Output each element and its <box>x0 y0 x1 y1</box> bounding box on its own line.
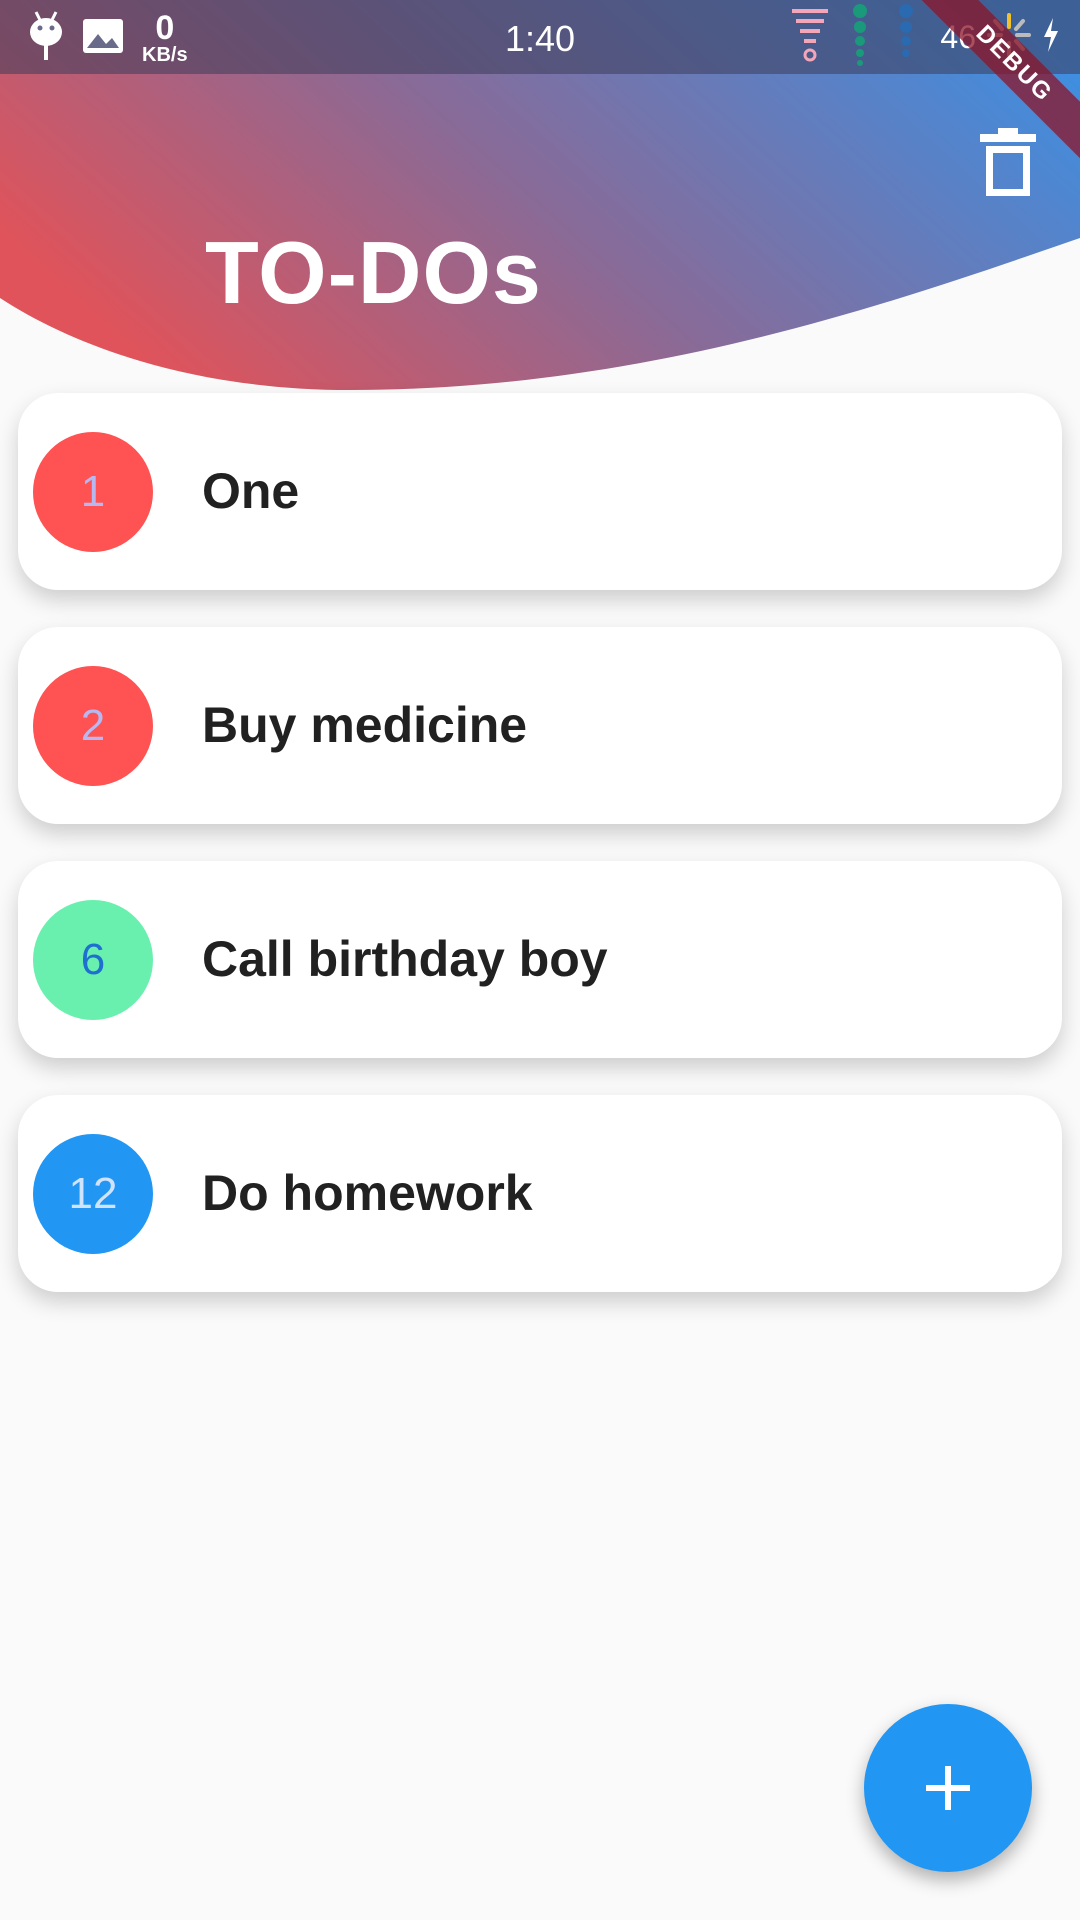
todo-screen: 0 KB/s 1:40 DEBUG TO-DOs 1 One 2 Buy med… <box>0 0 1080 1920</box>
todo-label: Do homework <box>202 1165 533 1221</box>
page-title: TO-DOs <box>205 223 542 322</box>
todo-number-badge: 6 <box>33 900 153 1020</box>
data-signal-icon <box>888 3 924 72</box>
todo-label: Call birthday boy <box>202 931 608 987</box>
charging-icon <box>1042 17 1060 57</box>
todo-number: 6 <box>80 935 106 984</box>
todo-list: 1 One 2 Buy medicine 6 Call birthday boy… <box>18 393 1062 1329</box>
todo-number-badge: 1 <box>33 432 153 552</box>
trash-icon <box>980 128 1036 196</box>
signal-icon <box>788 5 832 70</box>
todo-number-badge: 12 <box>33 1134 153 1254</box>
clear-todos-button[interactable] <box>968 118 1048 208</box>
todo-item[interactable]: 12 Do homework <box>18 1095 1062 1292</box>
todo-number: 1 <box>80 467 106 516</box>
plus-icon <box>926 1766 970 1810</box>
todo-label: Buy medicine <box>202 697 528 753</box>
wifi-icon <box>842 3 878 72</box>
todo-number: 12 <box>68 1169 118 1218</box>
todo-item[interactable]: 6 Call birthday boy <box>18 861 1062 1058</box>
todo-number: 2 <box>80 701 106 750</box>
todo-number-badge: 2 <box>33 666 153 786</box>
todo-label: One <box>202 463 300 519</box>
todo-item[interactable]: 1 One <box>18 393 1062 590</box>
add-todo-button[interactable] <box>864 1704 1032 1872</box>
status-bar: 0 KB/s 1:40 <box>0 0 1080 74</box>
todo-item[interactable]: 2 Buy medicine <box>18 627 1062 824</box>
